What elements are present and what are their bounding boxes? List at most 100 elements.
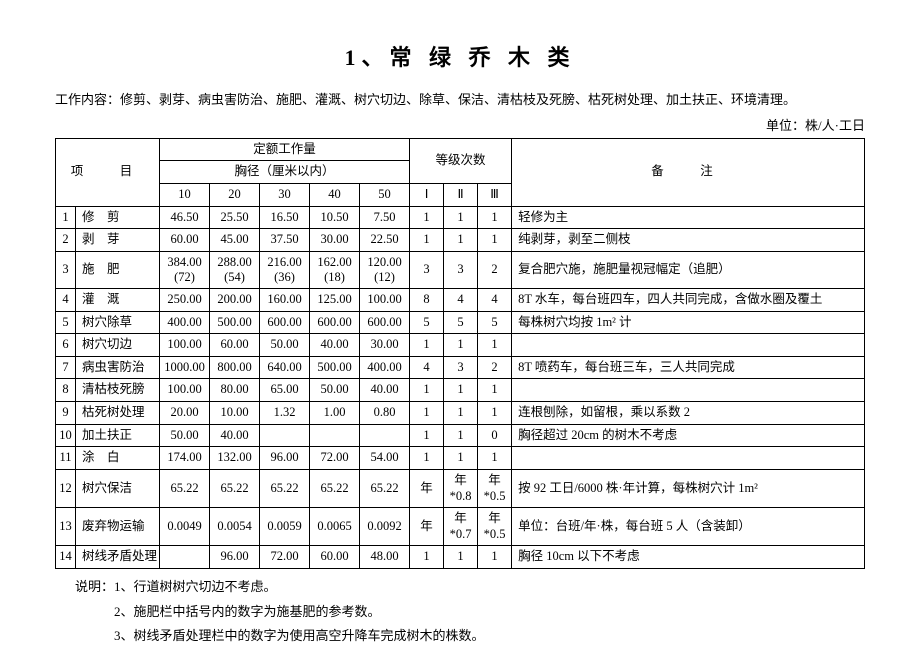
grade-cell: 1 xyxy=(410,402,444,425)
grade-cell: 5 xyxy=(410,311,444,334)
workload-cell: 800.00 xyxy=(210,356,260,379)
workload-cell: 96.00 xyxy=(210,546,260,569)
row-index: 2 xyxy=(56,229,76,252)
table-row: 6树穴切边100.0060.0050.0040.0030.00111 xyxy=(56,334,865,357)
notes-section: 说明：1、行道树树穴切边不考虑。 2、施肥栏中括号内的数字为施基肥的参考数。 3… xyxy=(55,575,865,649)
workload-cell: 384.00(72) xyxy=(160,251,210,288)
workload-cell: 174.00 xyxy=(160,447,210,470)
header-g3: Ⅲ xyxy=(478,184,512,207)
header-d20: 20 xyxy=(210,184,260,207)
workload-cell: 216.00(36) xyxy=(260,251,310,288)
workload-cell: 162.00(18) xyxy=(310,251,360,288)
table-row: 13废弃物运输0.00490.00540.00590.00650.0092年年*… xyxy=(56,508,865,546)
workload-cell: 600.00 xyxy=(260,311,310,334)
grade-cell: 年 xyxy=(410,469,444,507)
grade-cell: 1 xyxy=(410,447,444,470)
header-quota: 定额工作量 xyxy=(160,138,410,161)
workload-cell: 48.00 xyxy=(360,546,410,569)
workload-cell xyxy=(310,424,360,447)
workload-cell xyxy=(260,424,310,447)
grade-cell: 1 xyxy=(478,546,512,569)
note-cell: 纯剥芽，剥至二侧枝 xyxy=(512,229,865,252)
header-diameter: 胸径（厘米以内） xyxy=(160,161,410,184)
grade-cell: 2 xyxy=(478,356,512,379)
workload-cell: 20.00 xyxy=(160,402,210,425)
grade-cell: 1 xyxy=(410,546,444,569)
grade-cell: 1 xyxy=(478,402,512,425)
workload-cell: 600.00 xyxy=(310,311,360,334)
workload-cell: 500.00 xyxy=(210,311,260,334)
workload-cell: 1.00 xyxy=(310,402,360,425)
workload-cell: 120.00(12) xyxy=(360,251,410,288)
workload-cell: 65.22 xyxy=(310,469,360,507)
grade-cell: 年*0.5 xyxy=(478,508,512,546)
note-cell: 单位：台班/年·株，每台班 5 人（含装卸） xyxy=(512,508,865,546)
grade-cell: 1 xyxy=(410,424,444,447)
row-name: 树穴切边 xyxy=(76,334,160,357)
note-cell: 按 92 工日/6000 株·年计算，每株树穴计 1m² xyxy=(512,469,865,507)
grade-cell: 1 xyxy=(444,424,478,447)
table-row: 10加土扶正50.0040.00110胸径超过 20cm 的树木不考虑 xyxy=(56,424,865,447)
grade-cell: 3 xyxy=(410,251,444,288)
grade-cell: 1 xyxy=(478,334,512,357)
grade-cell: 8 xyxy=(410,288,444,311)
note-cell: 轻修为主 xyxy=(512,206,865,229)
workload-cell: 72.00 xyxy=(260,546,310,569)
workload-cell xyxy=(360,424,410,447)
workload-cell xyxy=(160,546,210,569)
row-name: 施 肥 xyxy=(76,251,160,288)
table-row: 9枯死树处理20.0010.001.321.000.80111连根刨除，如留根，… xyxy=(56,402,865,425)
workload-cell: 60.00 xyxy=(310,546,360,569)
workload-cell: 0.0059 xyxy=(260,508,310,546)
row-index: 1 xyxy=(56,206,76,229)
grade-cell: 4 xyxy=(410,356,444,379)
row-name: 树线矛盾处理 xyxy=(76,546,160,569)
workload-cell: 100.00 xyxy=(360,288,410,311)
workload-cell: 46.50 xyxy=(160,206,210,229)
grade-cell: 1 xyxy=(478,229,512,252)
grade-cell: 3 xyxy=(444,356,478,379)
header-grade: 等级次数 xyxy=(410,138,512,183)
workload-cell: 0.0065 xyxy=(310,508,360,546)
grade-cell: 1 xyxy=(478,447,512,470)
grade-cell: 1 xyxy=(410,379,444,402)
workload-cell: 30.00 xyxy=(310,229,360,252)
table-row: 14树线矛盾处理96.0072.0060.0048.00111胸径 10cm 以… xyxy=(56,546,865,569)
table-row: 7病虫害防治1000.00800.00640.00500.00400.00432… xyxy=(56,356,865,379)
workload-cell: 7.50 xyxy=(360,206,410,229)
note-cell xyxy=(512,334,865,357)
grade-cell: 年*0.5 xyxy=(478,469,512,507)
note-line: 说明：1、行道树树穴切边不考虑。 xyxy=(75,575,865,600)
grade-cell: 4 xyxy=(444,288,478,311)
table-row: 1修 剪46.5025.5016.5010.507.50111轻修为主 xyxy=(56,206,865,229)
row-index: 11 xyxy=(56,447,76,470)
table-row: 8清枯枝死膀100.0080.0065.0050.0040.00111 xyxy=(56,379,865,402)
row-name: 灌 溉 xyxy=(76,288,160,311)
workload-cell: 0.0049 xyxy=(160,508,210,546)
workload-cell: 45.00 xyxy=(210,229,260,252)
grade-cell: 5 xyxy=(478,311,512,334)
note-cell: 复合肥穴施，施肥量视冠幅定（追肥） xyxy=(512,251,865,288)
note-line: 2、施肥栏中括号内的数字为施基肥的参考数。 xyxy=(75,600,865,625)
header-note: 备 注 xyxy=(512,138,865,206)
grade-cell: 1 xyxy=(410,334,444,357)
row-name: 枯死树处理 xyxy=(76,402,160,425)
workload-cell: 1000.00 xyxy=(160,356,210,379)
workload-cell: 16.50 xyxy=(260,206,310,229)
workload-cell: 65.22 xyxy=(160,469,210,507)
row-index: 6 xyxy=(56,334,76,357)
row-index: 5 xyxy=(56,311,76,334)
workload-cell: 10.50 xyxy=(310,206,360,229)
grade-cell: 1 xyxy=(478,206,512,229)
grade-cell: 1 xyxy=(444,447,478,470)
header-d50: 50 xyxy=(360,184,410,207)
row-index: 7 xyxy=(56,356,76,379)
grade-cell: 1 xyxy=(444,402,478,425)
workload-cell: 60.00 xyxy=(210,334,260,357)
table-row: 2剥 芽60.0045.0037.5030.0022.50111纯剥芽，剥至二侧… xyxy=(56,229,865,252)
row-name: 树穴保洁 xyxy=(76,469,160,507)
workload-cell: 80.00 xyxy=(210,379,260,402)
row-index: 9 xyxy=(56,402,76,425)
workload-cell: 132.00 xyxy=(210,447,260,470)
row-name: 涂 白 xyxy=(76,447,160,470)
